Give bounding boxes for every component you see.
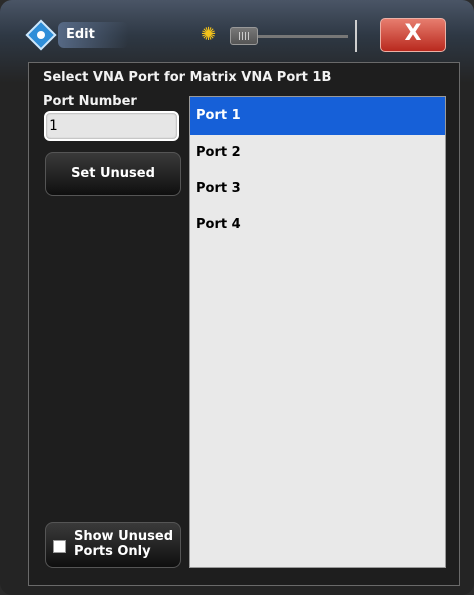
show-unused-label: Show Unused Ports Only	[74, 529, 178, 559]
port-list[interactable]: Port 1 Port 2 Port 3 Port 4	[189, 96, 446, 568]
port-list-item[interactable]: Port 2	[190, 135, 445, 171]
port-list-item[interactable]: Port 3	[190, 171, 445, 207]
window-title: Edit	[66, 27, 95, 42]
port-number-label: Port Number	[43, 94, 137, 109]
set-unused-button[interactable]: Set Unused	[45, 152, 181, 196]
dialog-window: Edit ✺ X Select VNA Port for Matrix VNA …	[0, 0, 474, 595]
sun-icon: ✺	[201, 24, 217, 45]
show-unused-ports-only-toggle[interactable]: Show Unused Ports Only	[45, 522, 181, 568]
title-bar[interactable]: Edit ✺ X	[0, 0, 474, 62]
app-logo-icon	[25, 19, 57, 51]
dialog-heading: Select VNA Port for Matrix VNA Port 1B	[43, 70, 332, 85]
close-button[interactable]: X	[380, 18, 446, 52]
close-icon: X	[404, 21, 422, 46]
show-unused-label-line2: Ports Only	[74, 544, 151, 559]
show-unused-label-line1: Show Unused	[74, 529, 174, 544]
slider-divider	[355, 20, 357, 52]
checkbox-icon[interactable]	[53, 540, 66, 553]
transparency-slider-thumb[interactable]	[230, 27, 258, 45]
port-list-item[interactable]: Port 1	[190, 97, 445, 135]
port-list-item[interactable]: Port 4	[190, 207, 445, 243]
port-number-input[interactable]	[44, 111, 179, 141]
